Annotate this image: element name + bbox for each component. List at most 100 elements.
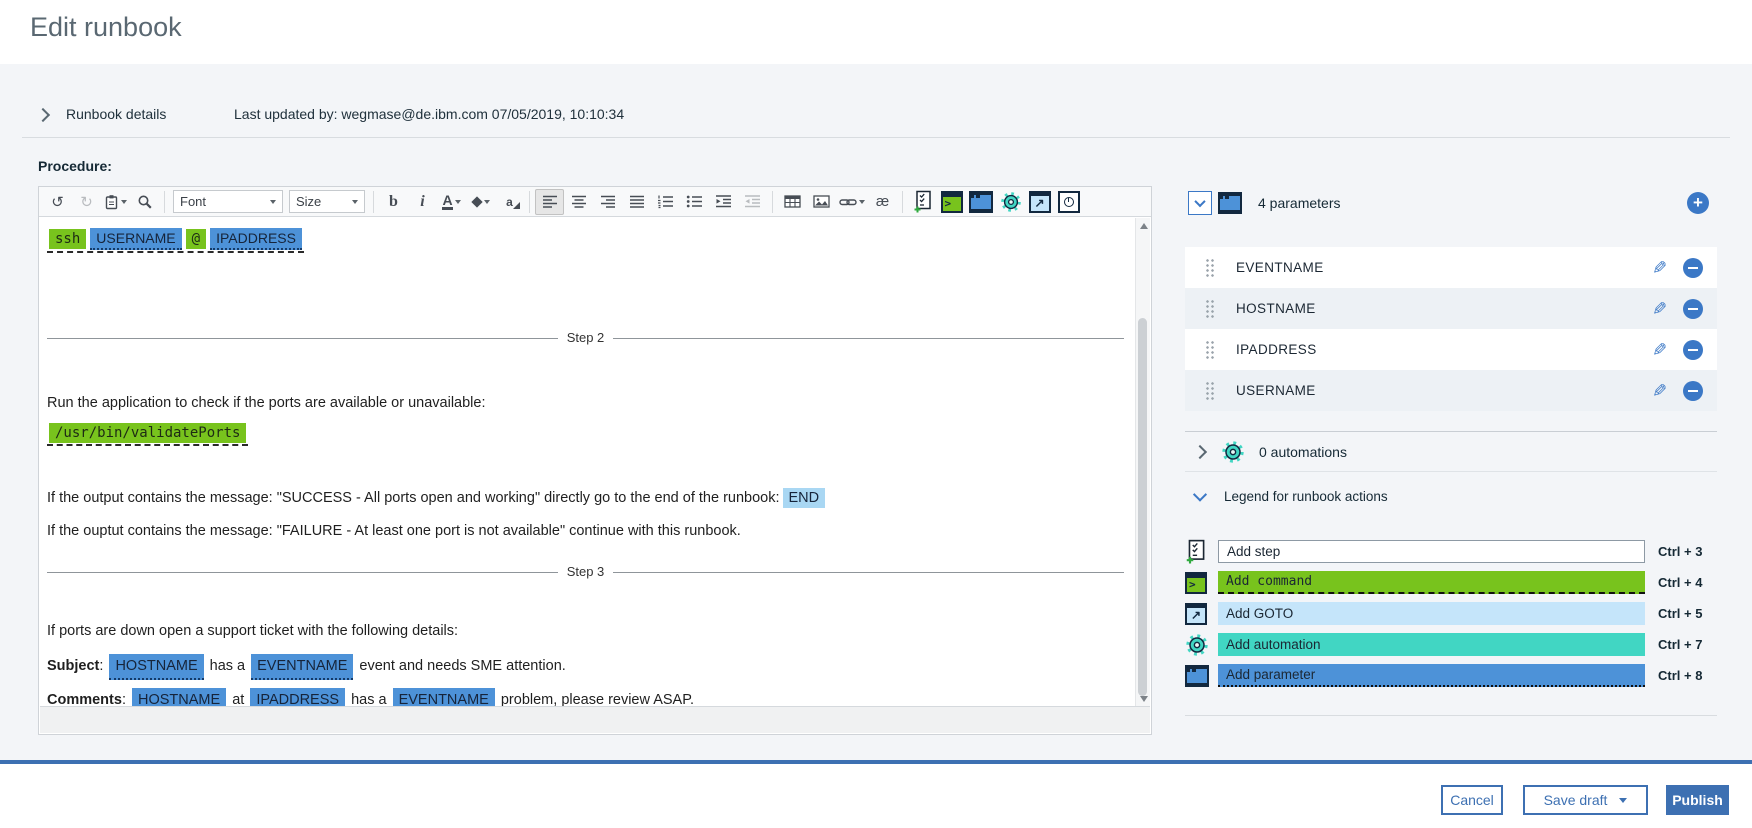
parameter-chip[interactable]: EVENTNAME — [251, 654, 354, 680]
add-parameter-plus-button[interactable]: + — [1687, 192, 1709, 214]
legend-shortcut: Ctrl + 7 — [1658, 637, 1703, 652]
remove-minus-icon[interactable] — [1683, 339, 1703, 360]
add-command-button[interactable]: > — [937, 189, 966, 215]
text-highlight-button[interactable]: a — [495, 189, 524, 215]
bold-button[interactable]: b — [379, 189, 408, 215]
bullet-list-button[interactable] — [680, 189, 709, 215]
editor-scrollbar[interactable] — [1135, 218, 1150, 707]
redo-button[interactable]: ↻ — [72, 189, 101, 215]
automations-count-label: 0 automations — [1259, 443, 1347, 460]
insert-wait-button[interactable] — [1054, 189, 1083, 215]
validate-command-block[interactable]: /usr/bin/validatePorts — [47, 423, 249, 446]
command-chunk[interactable]: /usr/bin/validatePorts — [49, 423, 247, 443]
indent-icon — [716, 195, 731, 208]
cancel-button[interactable]: Cancel — [1441, 785, 1503, 815]
paste-button[interactable] — [101, 189, 130, 215]
ssh-command-block[interactable]: ssh USERNAME @ IPADDRESS — [47, 228, 304, 253]
text-highlight-icon: a — [506, 194, 520, 209]
parameters-icon — [1218, 192, 1242, 214]
editor-content[interactable]: ssh USERNAME @ IPADDRESS Step 2 Run the app… — [40, 218, 1150, 707]
size-select[interactable]: Size — [289, 190, 365, 213]
numbered-list-button[interactable] — [651, 189, 680, 215]
automations-header[interactable]: 0 automations — [1185, 431, 1717, 472]
toolbar-separator — [164, 190, 165, 213]
remove-minus-icon[interactable] — [1683, 298, 1703, 319]
chevron-right-icon[interactable] — [35, 107, 51, 123]
collapse-parameters-button[interactable] — [1188, 191, 1212, 215]
edit-pencil-icon[interactable]: ✎ — [1652, 258, 1667, 278]
outdent-button[interactable] — [738, 189, 767, 215]
save-draft-label: Save draft — [1543, 792, 1608, 808]
drag-handle-icon[interactable] — [1205, 258, 1215, 277]
align-right-icon — [600, 195, 615, 208]
text-color-button[interactable]: A — [437, 189, 466, 215]
add-goto-icon: ↗ — [1028, 190, 1051, 213]
align-right-button[interactable] — [593, 189, 622, 215]
special-char-button[interactable]: æ — [868, 189, 897, 215]
add-step-button[interactable] — [908, 189, 937, 215]
chevron-right-icon[interactable] — [1192, 444, 1208, 459]
find-button[interactable] — [130, 189, 159, 215]
command-chunk[interactable]: ssh — [49, 229, 87, 249]
remove-minus-icon[interactable] — [1683, 257, 1703, 278]
add-parameter-icon — [1185, 664, 1209, 687]
caret-down-icon — [1619, 797, 1628, 803]
toolbar-separator — [902, 190, 903, 213]
parameters-header: 4 parameters + — [1185, 186, 1717, 220]
legend-shortcut: Ctrl + 4 — [1658, 575, 1703, 590]
add-parameter-button[interactable] — [966, 189, 996, 215]
command-chunk[interactable]: @ — [185, 229, 207, 249]
page-header: Edit runbook — [0, 0, 1752, 64]
parameter-chip[interactable]: USERNAME — [90, 228, 182, 250]
remove-minus-icon[interactable] — [1683, 380, 1703, 401]
undo-button[interactable]: ↺ — [43, 189, 72, 215]
edit-pencil-icon[interactable]: ✎ — [1652, 381, 1667, 401]
scroll-up-icon[interactable] — [1140, 223, 1148, 229]
caret-down-icon — [121, 199, 127, 204]
edit-pencil-icon[interactable]: ✎ — [1652, 340, 1667, 360]
drag-handle-icon[interactable] — [1205, 381, 1215, 400]
italic-icon: i — [420, 192, 425, 210]
parameter-chip[interactable]: HOSTNAME — [109, 654, 204, 680]
align-left-button[interactable] — [535, 188, 564, 215]
editor-status-bar — [40, 706, 1150, 733]
runbook-details-label[interactable]: Runbook details — [66, 106, 166, 122]
insert-image-button[interactable] — [807, 189, 836, 215]
drag-handle-icon[interactable] — [1205, 340, 1215, 359]
parameter-chip[interactable]: IPADDRESS — [210, 228, 302, 250]
size-select-value: Size — [296, 194, 322, 209]
bullet-list-icon — [686, 195, 702, 208]
add-automation-button[interactable] — [996, 189, 1025, 215]
parameter-chip[interactable]: IPADDRESS — [250, 688, 346, 707]
align-center-button[interactable] — [564, 189, 593, 215]
italic-button[interactable]: i — [408, 189, 437, 215]
justify-icon — [629, 195, 644, 208]
scroll-down-icon[interactable] — [1140, 696, 1148, 702]
legend-bar-parameter: Add parameter — [1218, 664, 1645, 687]
insert-link-button[interactable] — [836, 189, 868, 215]
undo-icon: ↺ — [51, 193, 64, 211]
add-goto-button[interactable]: ↗ — [1025, 189, 1054, 215]
drag-handle-icon[interactable] — [1205, 299, 1215, 318]
edit-pencil-icon[interactable]: ✎ — [1652, 299, 1667, 319]
step2-intro: Run the application to check if the port… — [47, 395, 486, 411]
step2-failure-line: If the ouptut contains the message: "FAI… — [47, 523, 741, 539]
legend-row-add-automation: Add automation Ctrl + 7 — [1185, 633, 1717, 656]
page-title: Edit runbook — [30, 12, 182, 42]
scrollbar-thumb[interactable] — [1138, 318, 1147, 696]
goto-chip[interactable]: END — [782, 488, 826, 508]
parameter-chip[interactable]: HOSTNAME — [132, 688, 227, 707]
indent-button[interactable] — [709, 189, 738, 215]
legend-bar-goto: Add GOTO — [1218, 602, 1645, 625]
save-draft-button[interactable]: Save draft — [1523, 785, 1648, 815]
chevron-down-icon[interactable] — [1192, 487, 1208, 502]
font-select[interactable]: Font — [173, 190, 283, 213]
justify-button[interactable] — [622, 189, 651, 215]
insert-table-button[interactable] — [778, 189, 807, 215]
parameter-chip[interactable]: EVENTNAME — [392, 688, 495, 707]
parameter-name: USERNAME — [1236, 383, 1316, 398]
legend-header[interactable]: Legend for runbook actions — [1185, 474, 1717, 518]
redo-icon: ↻ — [80, 193, 93, 211]
background-color-button[interactable] — [466, 189, 495, 215]
publish-button[interactable]: Publish — [1666, 785, 1729, 815]
